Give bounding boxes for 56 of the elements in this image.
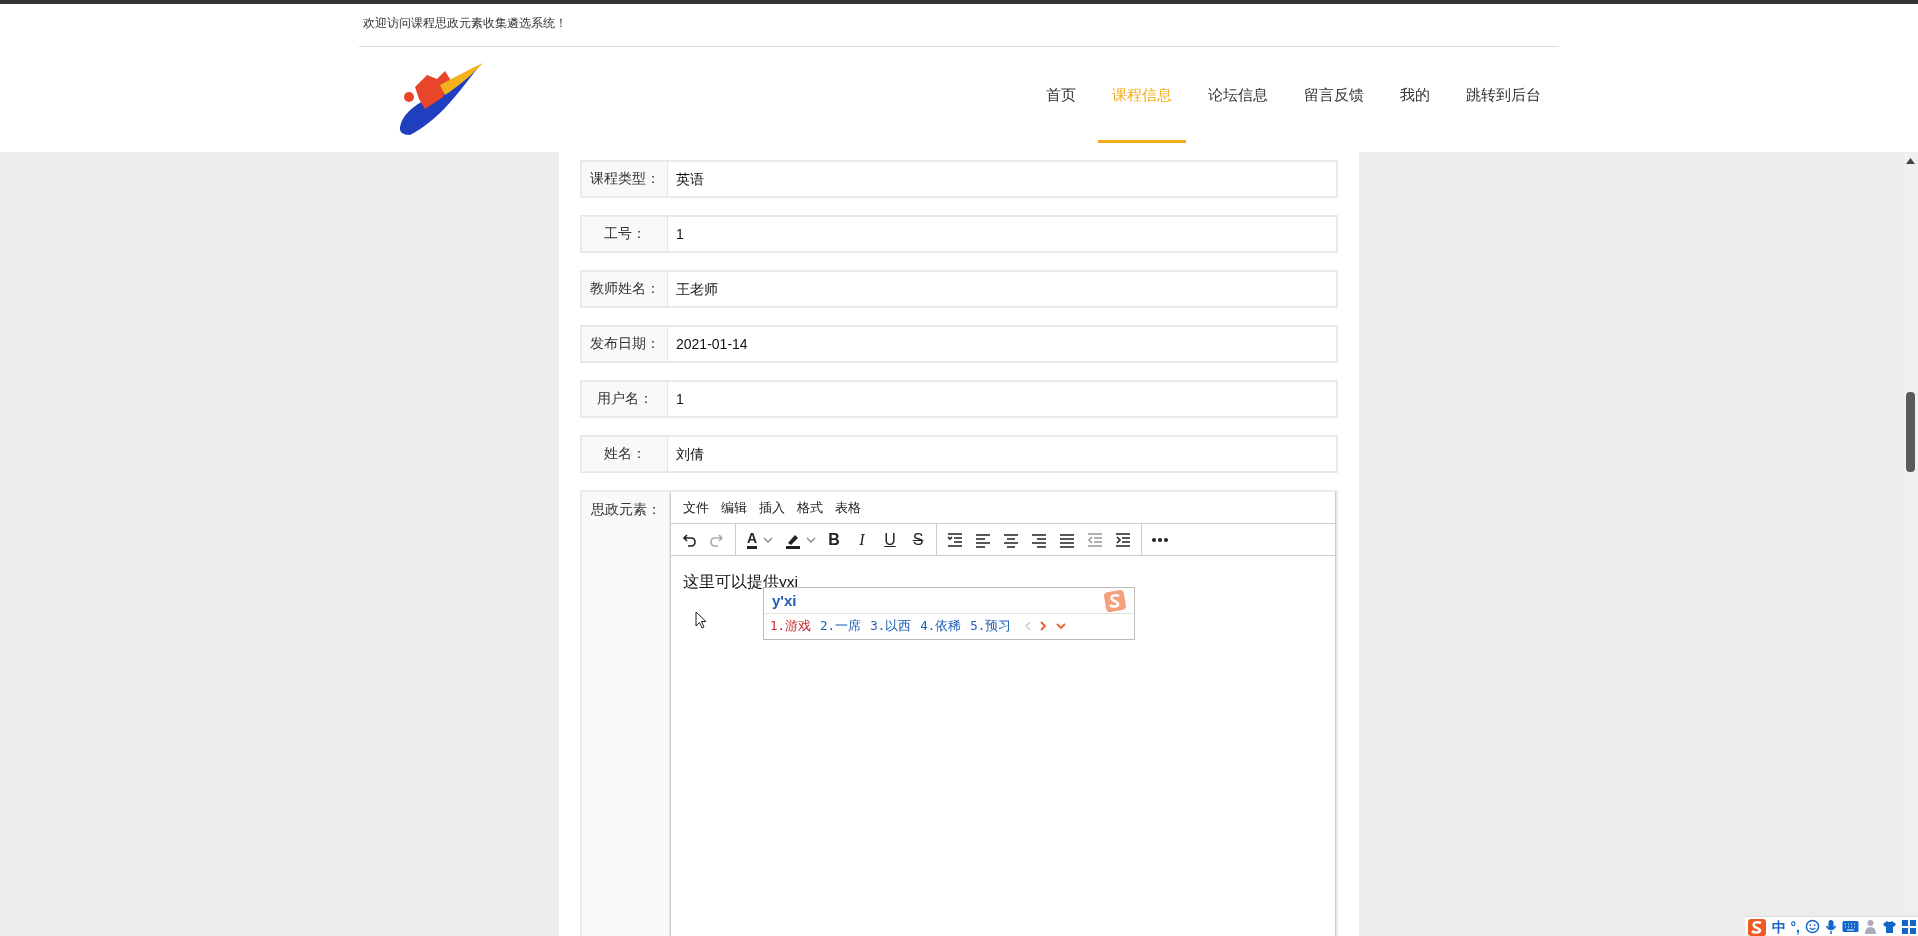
text-field[interactable]: 1 <box>668 380 1338 418</box>
chevron-down-icon <box>763 535 774 544</box>
keyboard-icon[interactable] <box>1842 920 1859 933</box>
grid-icon[interactable] <box>1902 919 1916 934</box>
editor-menu-item[interactable]: 插入 <box>753 497 791 518</box>
nav-link[interactable]: 首页 <box>1032 47 1090 147</box>
input-method-logo-icon <box>1104 590 1126 612</box>
smiley-icon[interactable] <box>1805 919 1820 934</box>
field-label: 姓名： <box>580 435 668 473</box>
microphone-icon[interactable] <box>1825 918 1837 935</box>
outdent-icon <box>1086 530 1104 549</box>
field-label: 发布日期： <box>580 325 668 363</box>
editor-menu-item[interactable]: 编辑 <box>715 497 753 518</box>
scroll-up-arrow-icon[interactable] <box>1906 158 1915 164</box>
nav-link[interactable]: 我的 <box>1386 47 1444 147</box>
field-label: 思政元素： <box>590 502 661 517</box>
chevron-down-icon <box>806 535 816 544</box>
strikethrough-button[interactable]: S <box>904 526 932 553</box>
next-page-icon[interactable] <box>1040 621 1048 632</box>
input-method-logo-icon[interactable] <box>1746 917 1767 936</box>
shirt-icon[interactable] <box>1882 919 1897 934</box>
more-icon <box>1151 536 1169 543</box>
scrollbar[interactable] <box>1903 152 1918 912</box>
input-mode-toggle[interactable]: 中 <box>1771 919 1786 934</box>
text-field[interactable]: 英语 <box>668 160 1338 198</box>
text-field[interactable]: 1 <box>668 215 1338 253</box>
expand-icon[interactable] <box>1056 622 1067 630</box>
italic-button[interactable]: I <box>848 526 876 553</box>
editor-menu-item[interactable]: 表格 <box>829 497 867 518</box>
text-field[interactable]: 王老师 <box>668 270 1338 308</box>
mouse-pointer-icon <box>695 611 707 629</box>
scrollbar-thumb[interactable] <box>1906 392 1915 472</box>
nav-link[interactable]: 论坛信息 <box>1194 47 1282 147</box>
text-field[interactable]: 2021-01-14 <box>668 325 1338 363</box>
ime-composition: y'xi <box>772 592 797 609</box>
text-color-button[interactable]: A <box>740 526 780 553</box>
field-label: 教师姓名： <box>580 270 668 308</box>
field-label: 工号： <box>580 215 668 253</box>
editor-menu-item[interactable]: 文件 <box>677 497 715 518</box>
line-height-icon <box>946 530 964 549</box>
ime-candidate[interactable]: 3.以西 <box>870 617 912 636</box>
ime-candidate[interactable]: 5.预习 <box>970 617 1012 636</box>
punctuation-toggle[interactable]: °, <box>1790 919 1800 934</box>
field-label: 课程类型： <box>580 160 668 198</box>
bold-button[interactable]: B <box>820 526 848 553</box>
welcome-text: 欢迎访问课程思政元素收集遴选系统！ <box>359 4 1559 47</box>
nav-link[interactable]: 留言反馈 <box>1290 47 1378 147</box>
text-field[interactable]: 刘倩 <box>668 435 1338 473</box>
nav-link[interactable]: 跳转到后台 <box>1452 47 1555 147</box>
ime-candidate[interactable]: 4.依稀 <box>920 617 962 636</box>
field-label: 用户名： <box>580 380 668 418</box>
ime-candidate[interactable]: 1.游戏 <box>770 617 812 636</box>
ime-candidate[interactable]: 2.一席 <box>820 617 862 636</box>
underline-button[interactable]: U <box>876 526 904 553</box>
editor-menu-item[interactable]: 格式 <box>791 497 829 518</box>
indent-icon <box>1114 530 1132 549</box>
